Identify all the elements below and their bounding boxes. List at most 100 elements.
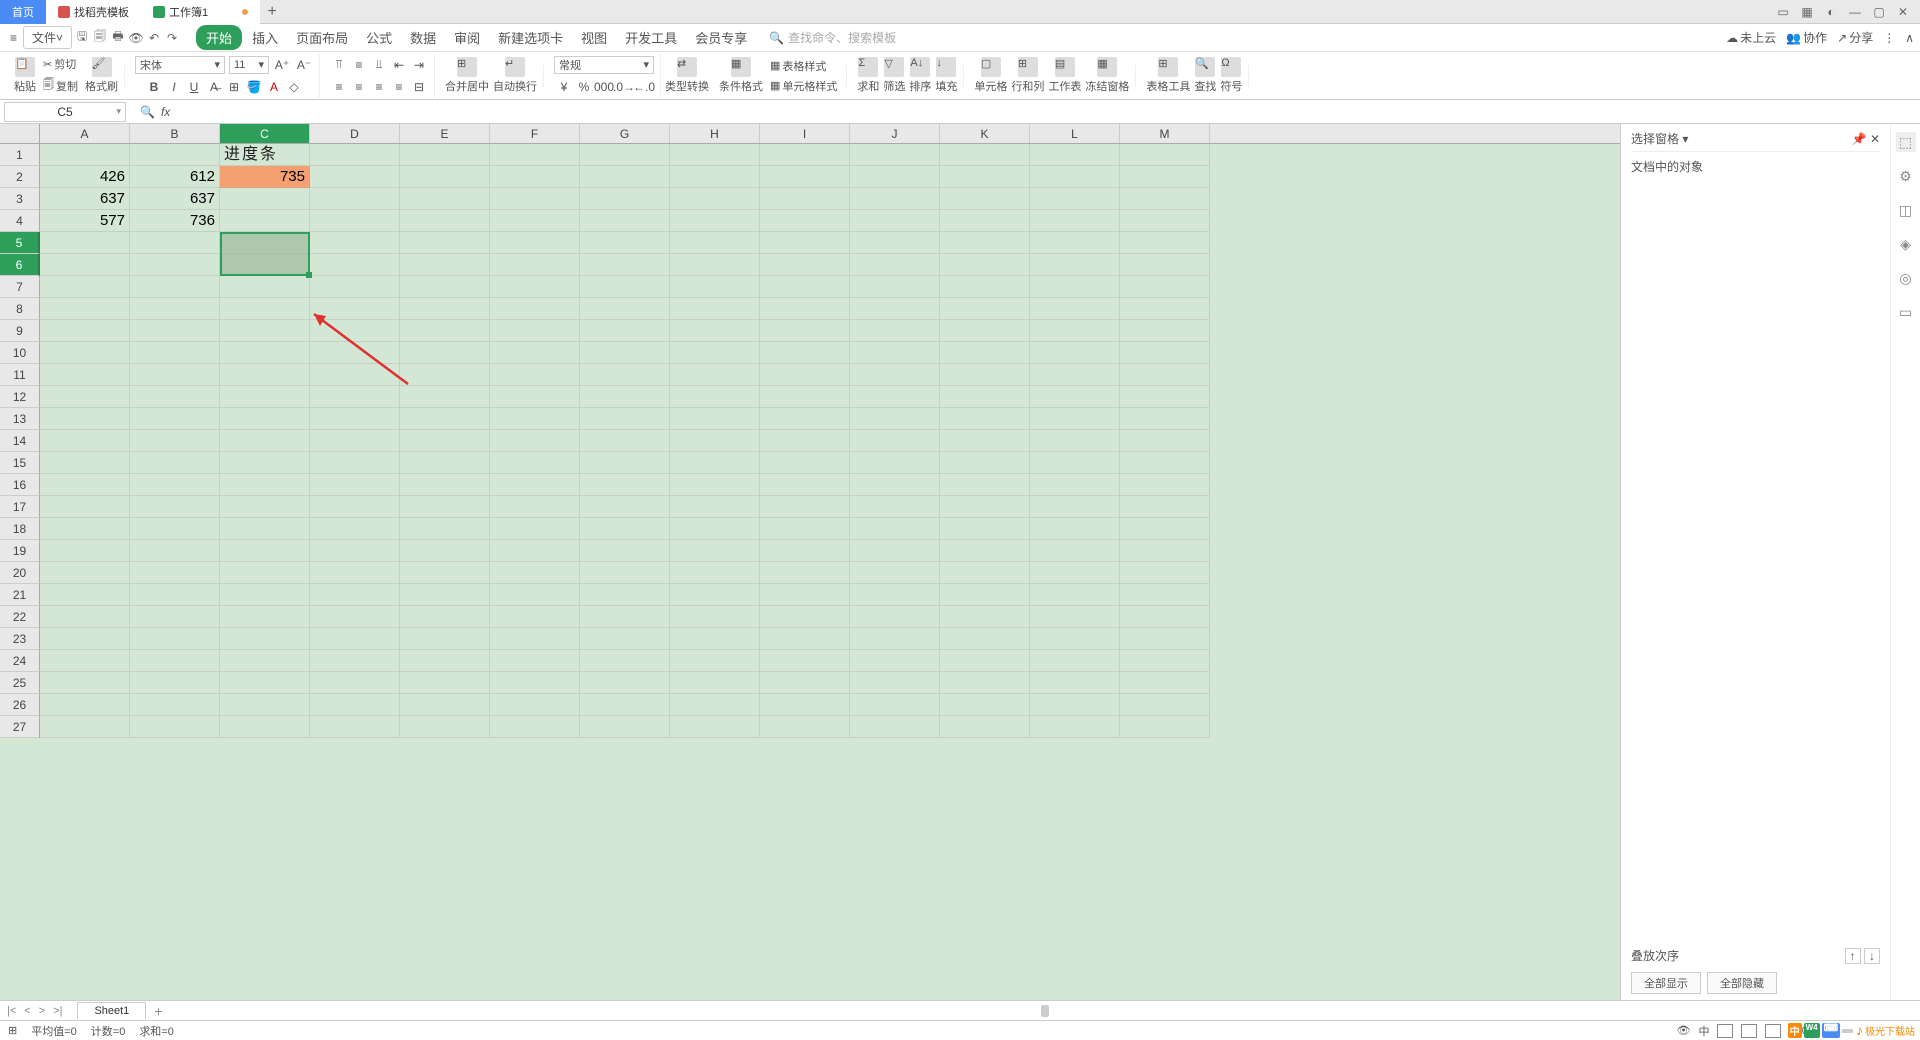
row-header-24[interactable]: 24	[0, 650, 40, 672]
cell-I16[interactable]	[760, 474, 850, 496]
redo-icon[interactable]: ↷	[164, 30, 180, 46]
cell-I27[interactable]	[760, 716, 850, 738]
cell-J5[interactable]	[850, 232, 940, 254]
cell-H5[interactable]	[670, 232, 760, 254]
cell-A11[interactable]	[40, 364, 130, 386]
cell-I5[interactable]	[760, 232, 850, 254]
row-header-5[interactable]: 5	[0, 232, 40, 254]
row-header-13[interactable]: 13	[0, 408, 40, 430]
cell-J9[interactable]	[850, 320, 940, 342]
ribbon-tab-dev[interactable]: 开发工具	[617, 24, 685, 51]
cell-E1[interactable]	[400, 144, 490, 166]
save-icon[interactable]: 🖫	[74, 30, 90, 46]
eye-icon[interactable]: 👁	[1676, 1024, 1690, 1037]
cell-E17[interactable]	[400, 496, 490, 518]
cell-F24[interactable]	[490, 650, 580, 672]
cell-B25[interactable]	[130, 672, 220, 694]
row-header-19[interactable]: 19	[0, 540, 40, 562]
row-header-23[interactable]: 23	[0, 628, 40, 650]
layer-tool-icon[interactable]: ◈	[1896, 234, 1916, 254]
cell-L1[interactable]	[1030, 144, 1120, 166]
cell-D2[interactable]	[310, 166, 400, 188]
cell-J27[interactable]	[850, 716, 940, 738]
cell-L20[interactable]	[1030, 562, 1120, 584]
close-button[interactable]: ✕	[1894, 3, 1912, 21]
cell-E10[interactable]	[400, 342, 490, 364]
cell-J2[interactable]	[850, 166, 940, 188]
undo-icon[interactable]: ↶	[146, 30, 162, 46]
cell-H19[interactable]	[670, 540, 760, 562]
apps-icon[interactable]: ▦	[1798, 3, 1816, 21]
cell-H10[interactable]	[670, 342, 760, 364]
cell-M10[interactable]	[1120, 342, 1210, 364]
cell-I15[interactable]	[760, 452, 850, 474]
cell-D7[interactable]	[310, 276, 400, 298]
cell-K14[interactable]	[940, 430, 1030, 452]
book-tool-icon[interactable]: ▭	[1896, 302, 1916, 322]
cell-K17[interactable]	[940, 496, 1030, 518]
cell-E4[interactable]	[400, 210, 490, 232]
cell-D20[interactable]	[310, 562, 400, 584]
ribbon-tab-layout[interactable]: 页面布局	[288, 24, 356, 51]
cell-K27[interactable]	[940, 716, 1030, 738]
cell-E13[interactable]	[400, 408, 490, 430]
cell-L14[interactable]	[1030, 430, 1120, 452]
cell-K22[interactable]	[940, 606, 1030, 628]
border-button[interactable]: ⊞	[225, 78, 243, 96]
cell-C20[interactable]	[220, 562, 310, 584]
save-as-icon[interactable]: 🗐	[92, 30, 108, 46]
row-header-11[interactable]: 11	[0, 364, 40, 386]
cloud-status[interactable]: ☁ 未上云	[1726, 29, 1776, 46]
cell-G2[interactable]	[580, 166, 670, 188]
cell-H26[interactable]	[670, 694, 760, 716]
cell-I4[interactable]	[760, 210, 850, 232]
cell-E6[interactable]	[400, 254, 490, 276]
status-icon[interactable]: ⊞	[8, 1024, 17, 1037]
bold-button[interactable]: B	[145, 78, 163, 96]
cell-B11[interactable]	[130, 364, 220, 386]
cell-F8[interactable]	[490, 298, 580, 320]
cell-E26[interactable]	[400, 694, 490, 716]
cell-H21[interactable]	[670, 584, 760, 606]
cell-L18[interactable]	[1030, 518, 1120, 540]
cell-M11[interactable]	[1120, 364, 1210, 386]
cell-G3[interactable]	[580, 188, 670, 210]
normal-view-button[interactable]	[1717, 1024, 1733, 1038]
row-header-21[interactable]: 21	[0, 584, 40, 606]
cell-C10[interactable]	[220, 342, 310, 364]
row-header-25[interactable]: 25	[0, 672, 40, 694]
cell-I10[interactable]	[760, 342, 850, 364]
cell-I23[interactable]	[760, 628, 850, 650]
cell-F16[interactable]	[490, 474, 580, 496]
cell-A5[interactable]	[40, 232, 130, 254]
cell-H7[interactable]	[670, 276, 760, 298]
cell-B2[interactable]: 612	[130, 166, 220, 188]
table-style-button[interactable]: ▦ 表格样式	[767, 57, 840, 75]
cell-K7[interactable]	[940, 276, 1030, 298]
align-middle-icon[interactable]: ≡	[350, 56, 368, 74]
ch-icon[interactable]: 中	[1698, 1023, 1709, 1039]
cell-K13[interactable]	[940, 408, 1030, 430]
col-header-H[interactable]: H	[670, 124, 760, 143]
cell-I20[interactable]	[760, 562, 850, 584]
cell-A16[interactable]	[40, 474, 130, 496]
cell-H18[interactable]	[670, 518, 760, 540]
cell-C13[interactable]	[220, 408, 310, 430]
cell-F18[interactable]	[490, 518, 580, 540]
cell-K10[interactable]	[940, 342, 1030, 364]
row-header-3[interactable]: 3	[0, 188, 40, 210]
cell-F2[interactable]	[490, 166, 580, 188]
row-header-15[interactable]: 15	[0, 452, 40, 474]
ribbon-tab-start[interactable]: 开始	[196, 25, 242, 50]
cell-M9[interactable]	[1120, 320, 1210, 342]
sum-button[interactable]: Σ求和	[857, 57, 879, 94]
cell-M2[interactable]	[1120, 166, 1210, 188]
cell-E25[interactable]	[400, 672, 490, 694]
cell-K16[interactable]	[940, 474, 1030, 496]
cell-M18[interactable]	[1120, 518, 1210, 540]
sheet-last-icon[interactable]: >|	[50, 1005, 65, 1017]
cell-I26[interactable]	[760, 694, 850, 716]
cell-M26[interactable]	[1120, 694, 1210, 716]
cell-E8[interactable]	[400, 298, 490, 320]
cell-D19[interactable]	[310, 540, 400, 562]
